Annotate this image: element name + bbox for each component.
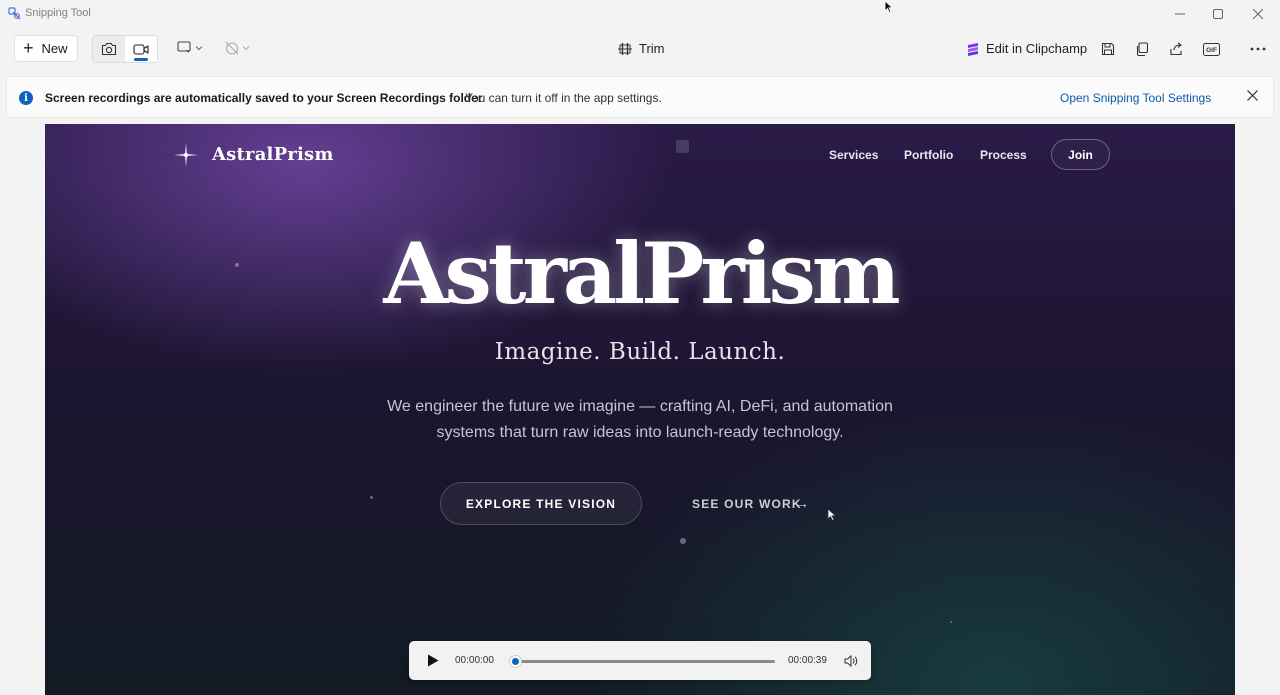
video-camera-icon — [133, 43, 149, 55]
delay-timer-dropdown[interactable] — [225, 41, 250, 55]
clipchamp-label: Edit in Clipchamp — [986, 41, 1088, 56]
info-bar-message: You can turn it off in the app settings. — [465, 91, 662, 105]
close-icon — [1247, 90, 1258, 101]
new-button[interactable]: + New — [14, 35, 78, 62]
see-our-work-link[interactable]: SEE OUR WORK — [692, 497, 802, 511]
info-icon: i — [19, 91, 33, 105]
hero-description: We engineer the future we imagine — craf… — [387, 398, 893, 441]
chevron-down-icon — [242, 46, 250, 51]
recording-preview: AstralPrism Services Portfolio Process J… — [45, 124, 1235, 695]
mouse-cursor-icon — [827, 508, 837, 522]
toolbar: + New Trim Edit in Clipchamp GIF — [0, 28, 1280, 72]
camera-icon — [101, 42, 117, 56]
volume-icon[interactable] — [843, 653, 859, 669]
site-logo[interactable]: AstralPrism — [212, 144, 334, 165]
snipping-tool-app-icon — [8, 7, 21, 20]
seek-bar[interactable] — [512, 660, 775, 663]
nav-process[interactable]: Process — [980, 148, 1027, 162]
star-decoration — [680, 538, 686, 544]
close-window-button[interactable] — [1238, 0, 1278, 28]
maximize-button[interactable] — [1198, 0, 1238, 28]
info-bar-title: Screen recordings are automatically save… — [45, 91, 483, 105]
copy-icon — [1136, 42, 1149, 56]
plus-icon: + — [23, 37, 34, 58]
snip-shape-dropdown[interactable] — [177, 41, 203, 54]
gif-icon: GIF — [1202, 42, 1220, 56]
screenshot-mode-button[interactable] — [93, 36, 125, 62]
edit-in-clipchamp-button[interactable]: Edit in Clipchamp — [966, 41, 1087, 56]
star-decoration — [950, 621, 952, 623]
explore-vision-button[interactable]: EXPLORE THE VISION — [440, 482, 642, 525]
share-icon — [1170, 42, 1182, 56]
video-player-controls: 00:00:00 00:00:39 — [409, 641, 871, 680]
minimize-button[interactable] — [1160, 0, 1200, 28]
title-bar: Snipping Tool — [0, 0, 1280, 28]
nav-services[interactable]: Services — [829, 148, 878, 162]
play-icon[interactable] — [426, 653, 440, 668]
save-icon — [1101, 42, 1115, 56]
chevron-down-icon — [195, 45, 203, 50]
capture-mode-toggle — [92, 35, 158, 63]
join-button[interactable]: Join — [1051, 139, 1110, 170]
trim-label: Trim — [639, 41, 665, 56]
nav-portfolio[interactable]: Portfolio — [904, 148, 953, 162]
trim-icon — [618, 42, 632, 55]
close-icon — [1253, 9, 1263, 19]
trim-button[interactable]: Trim — [617, 41, 665, 56]
svg-text:GIF: GIF — [1206, 47, 1217, 54]
more-icon — [1250, 47, 1266, 51]
more-options-button[interactable] — [1250, 41, 1266, 57]
gif-button[interactable]: GIF — [1202, 41, 1220, 57]
info-bar: i Screen recordings are automatically sa… — [6, 76, 1274, 118]
rectangle-snip-icon — [177, 41, 191, 53]
arrow-right-icon: → — [795, 495, 809, 511]
window-title: Snipping Tool — [25, 7, 91, 19]
square-decoration — [676, 140, 689, 153]
open-settings-link[interactable]: Open Snipping Tool Settings — [1060, 91, 1211, 105]
total-duration: 00:00:39 — [788, 655, 827, 666]
share-button[interactable] — [1168, 41, 1184, 57]
new-button-label: New — [41, 41, 68, 56]
maximize-icon — [1213, 9, 1223, 19]
save-button[interactable] — [1100, 41, 1116, 57]
hero-title: AstralPrism — [383, 224, 900, 323]
copy-button[interactable] — [1134, 41, 1150, 57]
current-time: 00:00:00 — [455, 655, 494, 666]
timer-off-icon — [225, 41, 239, 55]
sparkle-logo-icon — [174, 143, 198, 167]
clipchamp-icon — [968, 42, 978, 56]
hero-subtitle: Imagine. Build. Launch. — [494, 339, 786, 365]
dismiss-info-button[interactable] — [1247, 88, 1258, 106]
mouse-cursor-icon — [884, 0, 894, 14]
star-decoration — [370, 496, 373, 499]
minimize-icon — [1175, 13, 1185, 15]
seek-thumb[interactable] — [510, 656, 521, 667]
video-mode-button[interactable] — [125, 36, 157, 62]
